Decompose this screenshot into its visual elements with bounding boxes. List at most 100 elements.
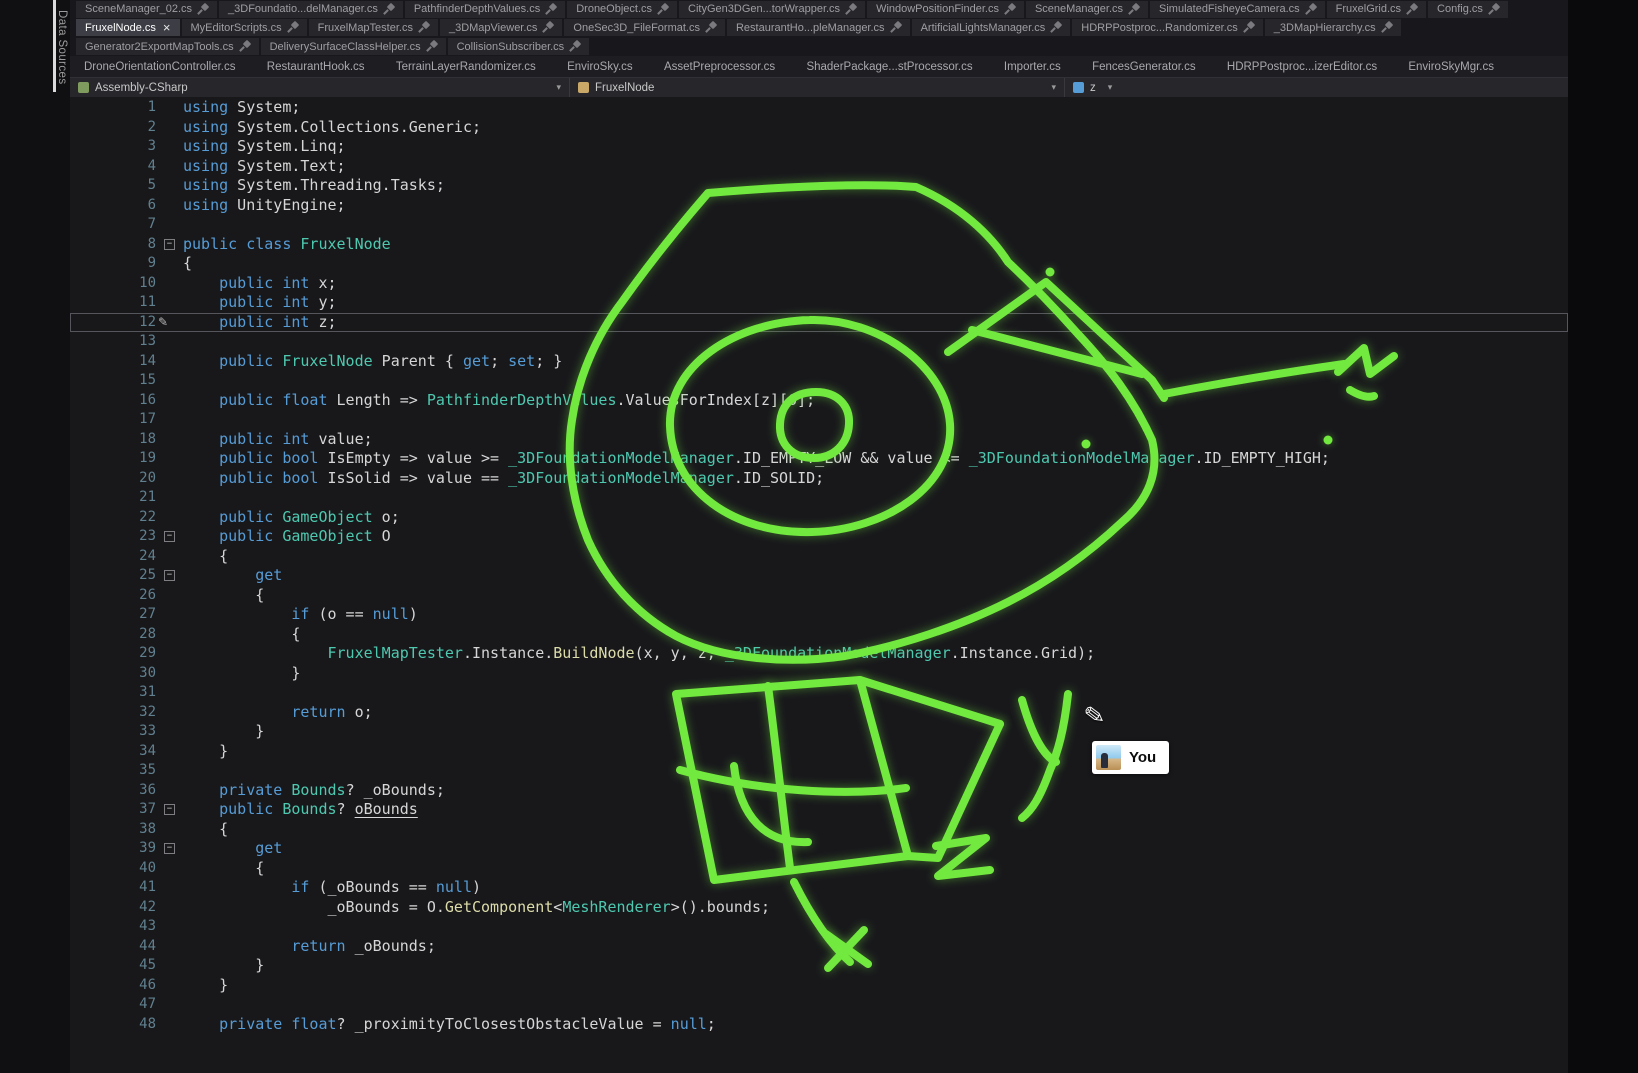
code-line-36[interactable]: 36 private Bounds? _oBounds; [70, 781, 1568, 801]
code-line-19[interactable]: 19 public bool IsEmpty => value >= _3DFo… [70, 449, 1568, 469]
tab-restaurantho-plemanager-cs[interactable]: RestaurantHo...pleManager.cs [727, 19, 910, 36]
code-line-35[interactable]: 35 [70, 761, 1568, 781]
pin-icon[interactable] [288, 22, 298, 33]
code-line-37[interactable]: 37− public Bounds? oBounds [70, 800, 1568, 820]
line-number[interactable]: 29 [70, 644, 156, 664]
code-line-6[interactable]: 6using UnityEngine; [70, 196, 1568, 216]
tab-myeditorscripts-cs[interactable]: MyEditorScripts.cs [182, 19, 307, 36]
code-line-22[interactable]: 22 public GameObject o; [70, 508, 1568, 528]
pin-icon[interactable] [1489, 4, 1499, 15]
code-line-47[interactable]: 47 [70, 995, 1568, 1015]
line-number[interactable]: 36 [70, 781, 156, 801]
code-line-26[interactable]: 26 { [70, 586, 1568, 606]
line-number[interactable]: 23 [70, 527, 156, 547]
code-line-5[interactable]: 5using System.Threading.Tasks; [70, 176, 1568, 196]
project-dropdown[interactable]: Assembly-CSharp ▾ [70, 78, 570, 97]
pin-icon[interactable] [419, 22, 429, 33]
tab-collisionsubscriber-cs[interactable]: CollisionSubscriber.cs [448, 38, 590, 55]
line-number[interactable]: 4 [70, 157, 156, 177]
code-line-38[interactable]: 38 { [70, 820, 1568, 840]
line-number[interactable]: 39 [70, 839, 156, 859]
line-number[interactable]: 11 [70, 293, 156, 313]
code-line-12[interactable]: 12 public int z;✎ [70, 313, 1568, 333]
code-line-42[interactable]: 42 _oBounds = O.GetComponent<MeshRendere… [70, 898, 1568, 918]
tab-envirosky-cs[interactable]: EnviroSky.cs [567, 58, 633, 75]
pin-icon[interactable] [1051, 22, 1061, 33]
pin-icon[interactable] [658, 4, 668, 15]
line-number[interactable]: 20 [70, 469, 156, 489]
tab--3dfoundatio-delmanager-cs[interactable]: _3DFoundatio...delManager.cs [219, 1, 403, 18]
code-line-25[interactable]: 25− get [70, 566, 1568, 586]
code-line-7[interactable]: 7 [70, 215, 1568, 235]
pin-icon[interactable] [846, 4, 856, 15]
tab-shaderpackage-stprocessor-cs[interactable]: ShaderPackage...stProcessor.cs [806, 58, 972, 75]
code-line-8[interactable]: 8−public class FruxelNode [70, 235, 1568, 255]
type-dropdown[interactable]: FruxelNode ▾ [570, 78, 1065, 97]
code-line-29[interactable]: 29 FruxelMapTester.Instance.BuildNode(x,… [70, 644, 1568, 664]
line-number[interactable]: 19 [70, 449, 156, 469]
pin-icon[interactable] [546, 4, 556, 15]
pin-icon[interactable] [1244, 22, 1254, 33]
fold-collapse-icon[interactable]: − [164, 804, 175, 815]
tab-config-cs[interactable]: Config.cs [1428, 1, 1508, 18]
tab-pathfinderdepthvalues-cs[interactable]: PathfinderDepthValues.cs [405, 1, 565, 18]
pin-icon[interactable] [1407, 4, 1417, 15]
code-line-30[interactable]: 30 } [70, 664, 1568, 684]
tab-citygen3dgen-torwrapper-cs[interactable]: CityGen3DGen...torWrapper.cs [679, 1, 865, 18]
line-number[interactable]: 41 [70, 878, 156, 898]
line-number[interactable]: 10 [70, 274, 156, 294]
line-number[interactable]: 1 [70, 98, 156, 118]
pin-icon[interactable] [240, 41, 250, 52]
tab-enviroskymgr-cs[interactable]: EnviroSkyMgr.cs [1408, 58, 1494, 75]
code-line-28[interactable]: 28 { [70, 625, 1568, 645]
line-number[interactable]: 30 [70, 664, 156, 684]
line-number[interactable]: 25 [70, 566, 156, 586]
code-line-33[interactable]: 33 } [70, 722, 1568, 742]
line-number[interactable]: 37 [70, 800, 156, 820]
tab-artificiallightsmanager-cs[interactable]: ArtificialLightsManager.cs [912, 19, 1071, 36]
member-dropdown[interactable]: z ▾ [1065, 78, 1120, 97]
tab-generator2exportmaptools-cs[interactable]: Generator2ExportMapTools.cs [76, 38, 259, 55]
code-line-10[interactable]: 10 public int x; [70, 274, 1568, 294]
pin-icon[interactable] [1382, 22, 1392, 33]
tab-onesec3d-fileformat-cs[interactable]: OneSec3D_FileFormat.cs [564, 19, 725, 36]
tab-restauranthook-cs[interactable]: RestaurantHook.cs [267, 58, 365, 75]
pin-icon[interactable] [891, 22, 901, 33]
pin-icon[interactable] [1129, 4, 1139, 15]
code-line-20[interactable]: 20 public bool IsSolid => value == _3DFo… [70, 469, 1568, 489]
line-number[interactable]: 14 [70, 352, 156, 372]
line-number[interactable]: 8 [70, 235, 156, 255]
code-line-18[interactable]: 18 public int value; [70, 430, 1568, 450]
code-line-48[interactable]: 48 private float? _proximityToClosestObs… [70, 1015, 1568, 1035]
code-line-4[interactable]: 4using System.Text; [70, 157, 1568, 177]
line-number[interactable]: 31 [70, 683, 156, 703]
tab-hdrppostproc-izereditor-cs[interactable]: HDRPPostproc...izerEditor.cs [1227, 58, 1377, 75]
tab-fencesgenerator-cs[interactable]: FencesGenerator.cs [1092, 58, 1196, 75]
line-number[interactable]: 35 [70, 761, 156, 781]
line-number[interactable]: 43 [70, 917, 156, 937]
line-number[interactable]: 24 [70, 547, 156, 567]
line-number[interactable]: 38 [70, 820, 156, 840]
code-line-21[interactable]: 21 [70, 488, 1568, 508]
pin-icon[interactable] [1005, 4, 1015, 15]
line-number[interactable]: 3 [70, 137, 156, 157]
tab-deliverysurfaceclasshelper-cs[interactable]: DeliverySurfaceClassHelper.cs [261, 38, 446, 55]
line-number[interactable]: 9 [70, 254, 156, 274]
tab-windowpositionfinder-cs[interactable]: WindowPositionFinder.cs [867, 1, 1024, 18]
code-line-2[interactable]: 2using System.Collections.Generic; [70, 118, 1568, 138]
pin-icon[interactable] [1306, 4, 1316, 15]
tab-hdrppostproc-randomizer-cs[interactable]: HDRPPostproc...Randomizer.cs [1072, 19, 1263, 36]
tab-fruxelgrid-cs[interactable]: FruxelGrid.cs [1327, 1, 1426, 18]
tab-simulatedfisheyecamera-cs[interactable]: SimulatedFisheyeCamera.cs [1150, 1, 1325, 18]
fold-collapse-icon[interactable]: − [164, 239, 175, 250]
line-number[interactable]: 46 [70, 976, 156, 996]
code-line-43[interactable]: 43 [70, 917, 1568, 937]
line-number[interactable]: 32 [70, 703, 156, 723]
tab-scenemanager-cs[interactable]: SceneManager.cs [1026, 1, 1148, 18]
code-line-3[interactable]: 3using System.Linq; [70, 137, 1568, 157]
code-line-9[interactable]: 9{ [70, 254, 1568, 274]
pin-icon[interactable] [543, 22, 553, 33]
line-number[interactable]: 28 [70, 625, 156, 645]
line-number[interactable]: 6 [70, 196, 156, 216]
line-number[interactable]: 42 [70, 898, 156, 918]
